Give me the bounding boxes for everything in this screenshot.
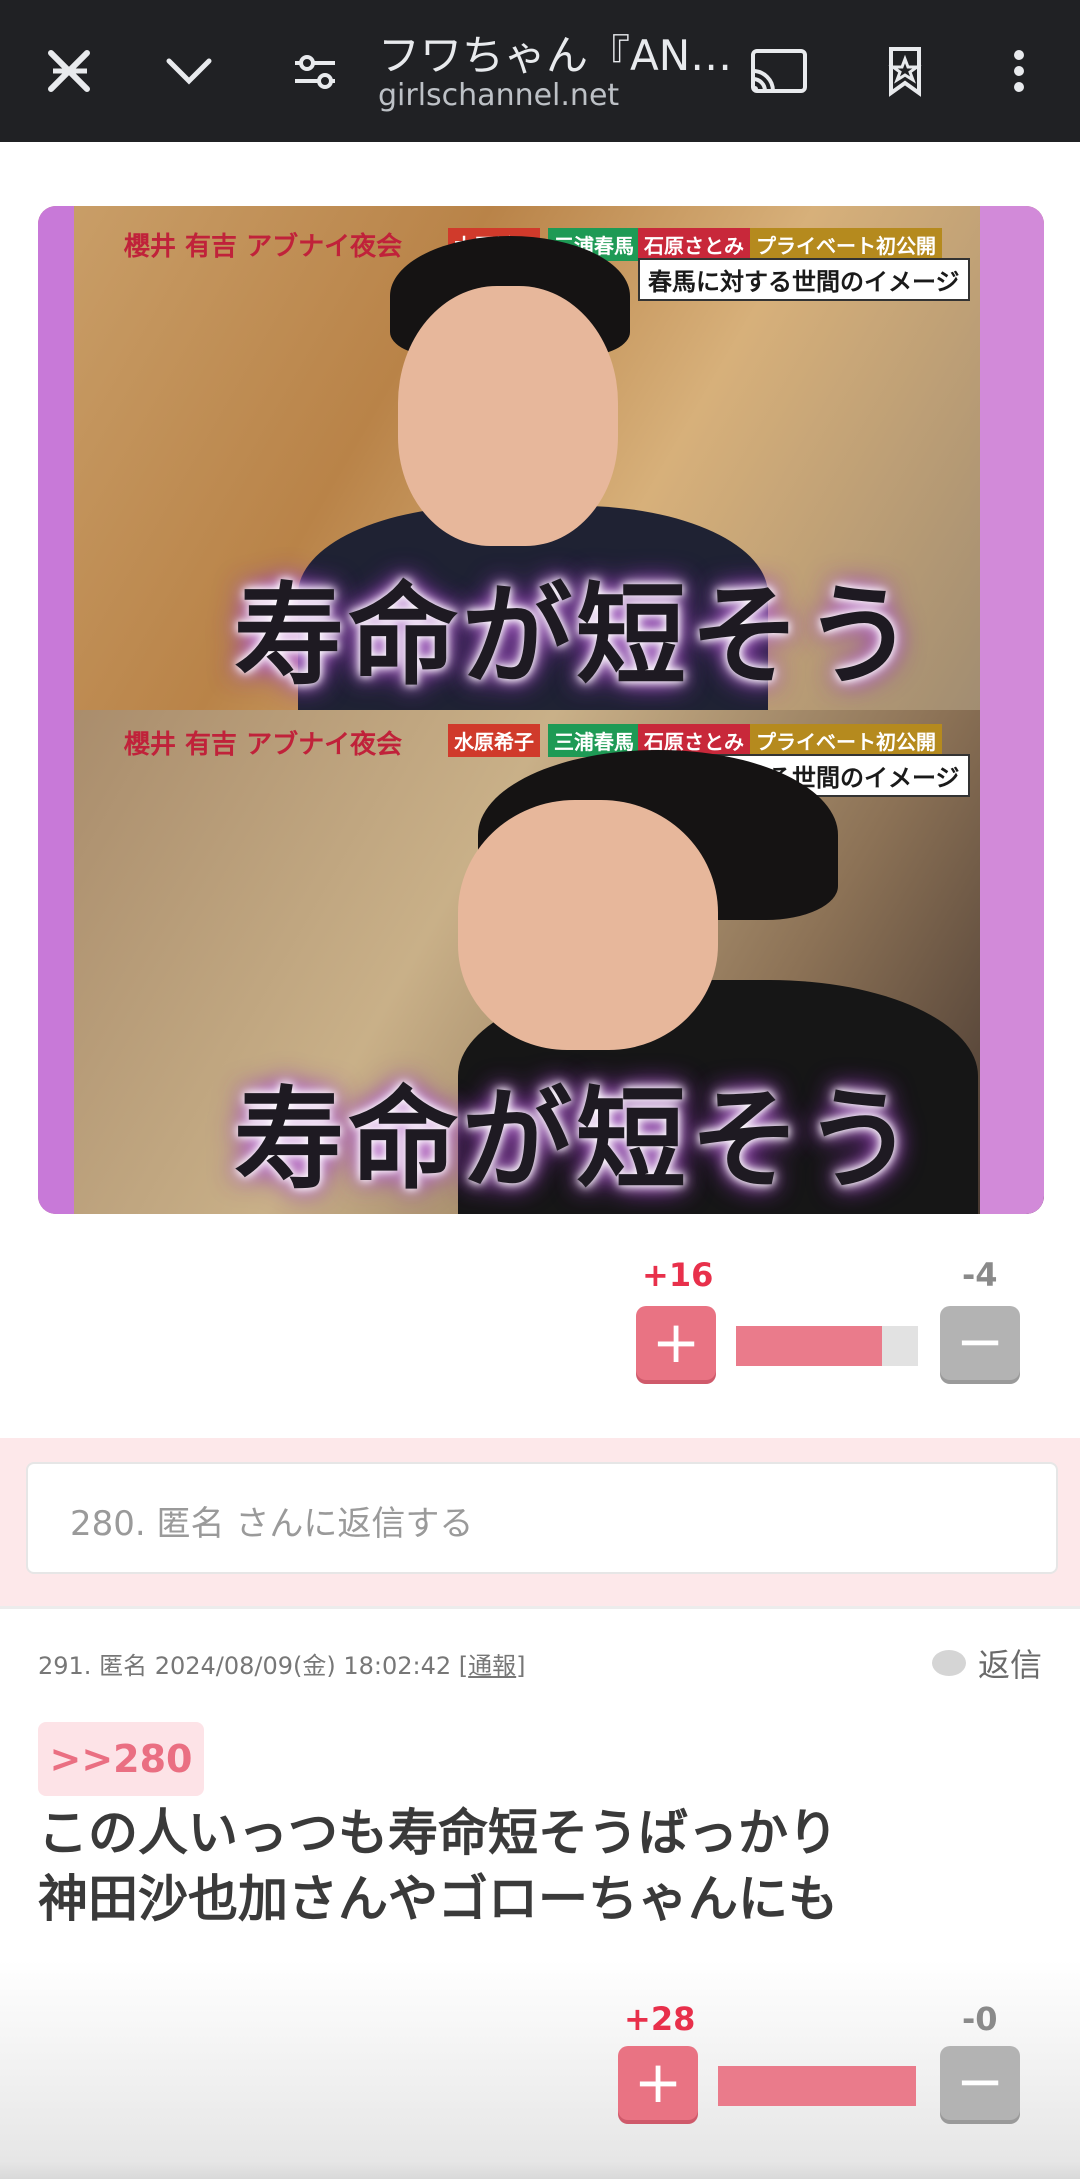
minus-icon: − [955, 1307, 1005, 1375]
page-url[interactable]: girlschannel.net [378, 78, 619, 113]
guest-tag: プライベート初公開 [750, 724, 942, 757]
comment-line: この人いっつも寿命短そうばっかり [38, 1804, 838, 1862]
plus-count: +28 [624, 2000, 696, 2038]
minus-button[interactable]: − [940, 2046, 1020, 2120]
minus-icon: − [955, 2047, 1005, 2115]
more-vert-icon[interactable] [984, 36, 1054, 106]
guest-tag: プライベート初公開 [750, 228, 942, 261]
show-logo: 櫻井 有吉 アブナイ夜会 [124, 232, 403, 262]
big-caption: 寿命が短そう [234, 1076, 918, 1204]
divider [0, 1606, 1080, 1609]
report-link[interactable]: 通報 [468, 1652, 516, 1680]
comment-line: 神田沙也加さんやゴローちゃんにも [38, 1870, 838, 1928]
comment-meta: 291. 匿名 2024/08/09(金) 18:02:42 [通報] [38, 1646, 526, 1681]
reply-button[interactable]: 返信 [932, 1640, 1042, 1686]
anchor-link[interactable]: >>280 [38, 1722, 204, 1796]
show-logo: 櫻井 有吉 アブナイ夜会 [124, 730, 403, 760]
reply-label: 返信 [978, 1646, 1043, 1684]
chevron-down-icon[interactable] [154, 36, 224, 106]
bookmark-star-icon[interactable] [870, 36, 940, 106]
image-panel-bottom: 櫻井 有吉 アブナイ夜会 水原希子 三浦春馬 石原さとみ プライベート初公開 春… [38, 710, 1044, 1214]
plus-button[interactable]: + [618, 2046, 698, 2120]
speech-bubble-icon [932, 1650, 966, 1676]
vote-ratio-fill [736, 1326, 882, 1366]
vote-ratio-fill [718, 2066, 916, 2106]
guest-tag: 石原さとみ [638, 228, 750, 261]
minus-count: -0 [962, 2000, 998, 2038]
cast-icon[interactable] [744, 36, 814, 106]
image-panel-top: 櫻井 有吉 アブナイ夜会 水原希子 三浦春馬 石原さとみ プライベート初公開 春… [38, 206, 1044, 710]
plus-icon: + [651, 1308, 701, 1376]
plus-icon: + [633, 2048, 683, 2116]
reply-placeholder: 280. 匿名 さんに返信する [70, 1504, 474, 1544]
page-title[interactable]: フワちゃん『AN… [378, 22, 732, 83]
bottom-area [0, 1960, 1080, 2179]
plus-button[interactable]: + [636, 1306, 716, 1380]
plus-count: +16 [642, 1256, 714, 1294]
browser-toolbar: フワちゃん『AN… girlschannel.net [0, 0, 1080, 142]
close-icon[interactable] [34, 36, 104, 106]
reply-input[interactable]: 280. 匿名 さんに返信する [26, 1462, 1058, 1574]
page-settings-icon[interactable] [280, 36, 350, 106]
minus-count: -4 [962, 1256, 998, 1294]
vote-ratio-bar [718, 2066, 916, 2106]
comment-meta-close: ] [516, 1652, 526, 1680]
vote-ratio-bar [736, 1326, 918, 1366]
minus-button[interactable]: − [940, 1306, 1020, 1380]
comment-meta-text: 291. 匿名 2024/08/09(金) 18:02:42 [ [38, 1652, 469, 1680]
guest-tag: 水原希子 [448, 724, 540, 757]
caption-bar: 春馬に対する世間のイメージ [638, 258, 970, 301]
post-image[interactable]: 櫻井 有吉 アブナイ夜会 水原希子 三浦春馬 石原さとみ プライベート初公開 春… [38, 206, 1044, 1214]
big-caption: 寿命が短そう [234, 572, 918, 700]
comment-body: この人いっつも寿命短そうばっかり 神田沙也加さんやゴローちゃんにも [38, 1800, 838, 1932]
reply-section: 280. 匿名 さんに返信する [0, 1438, 1080, 1606]
